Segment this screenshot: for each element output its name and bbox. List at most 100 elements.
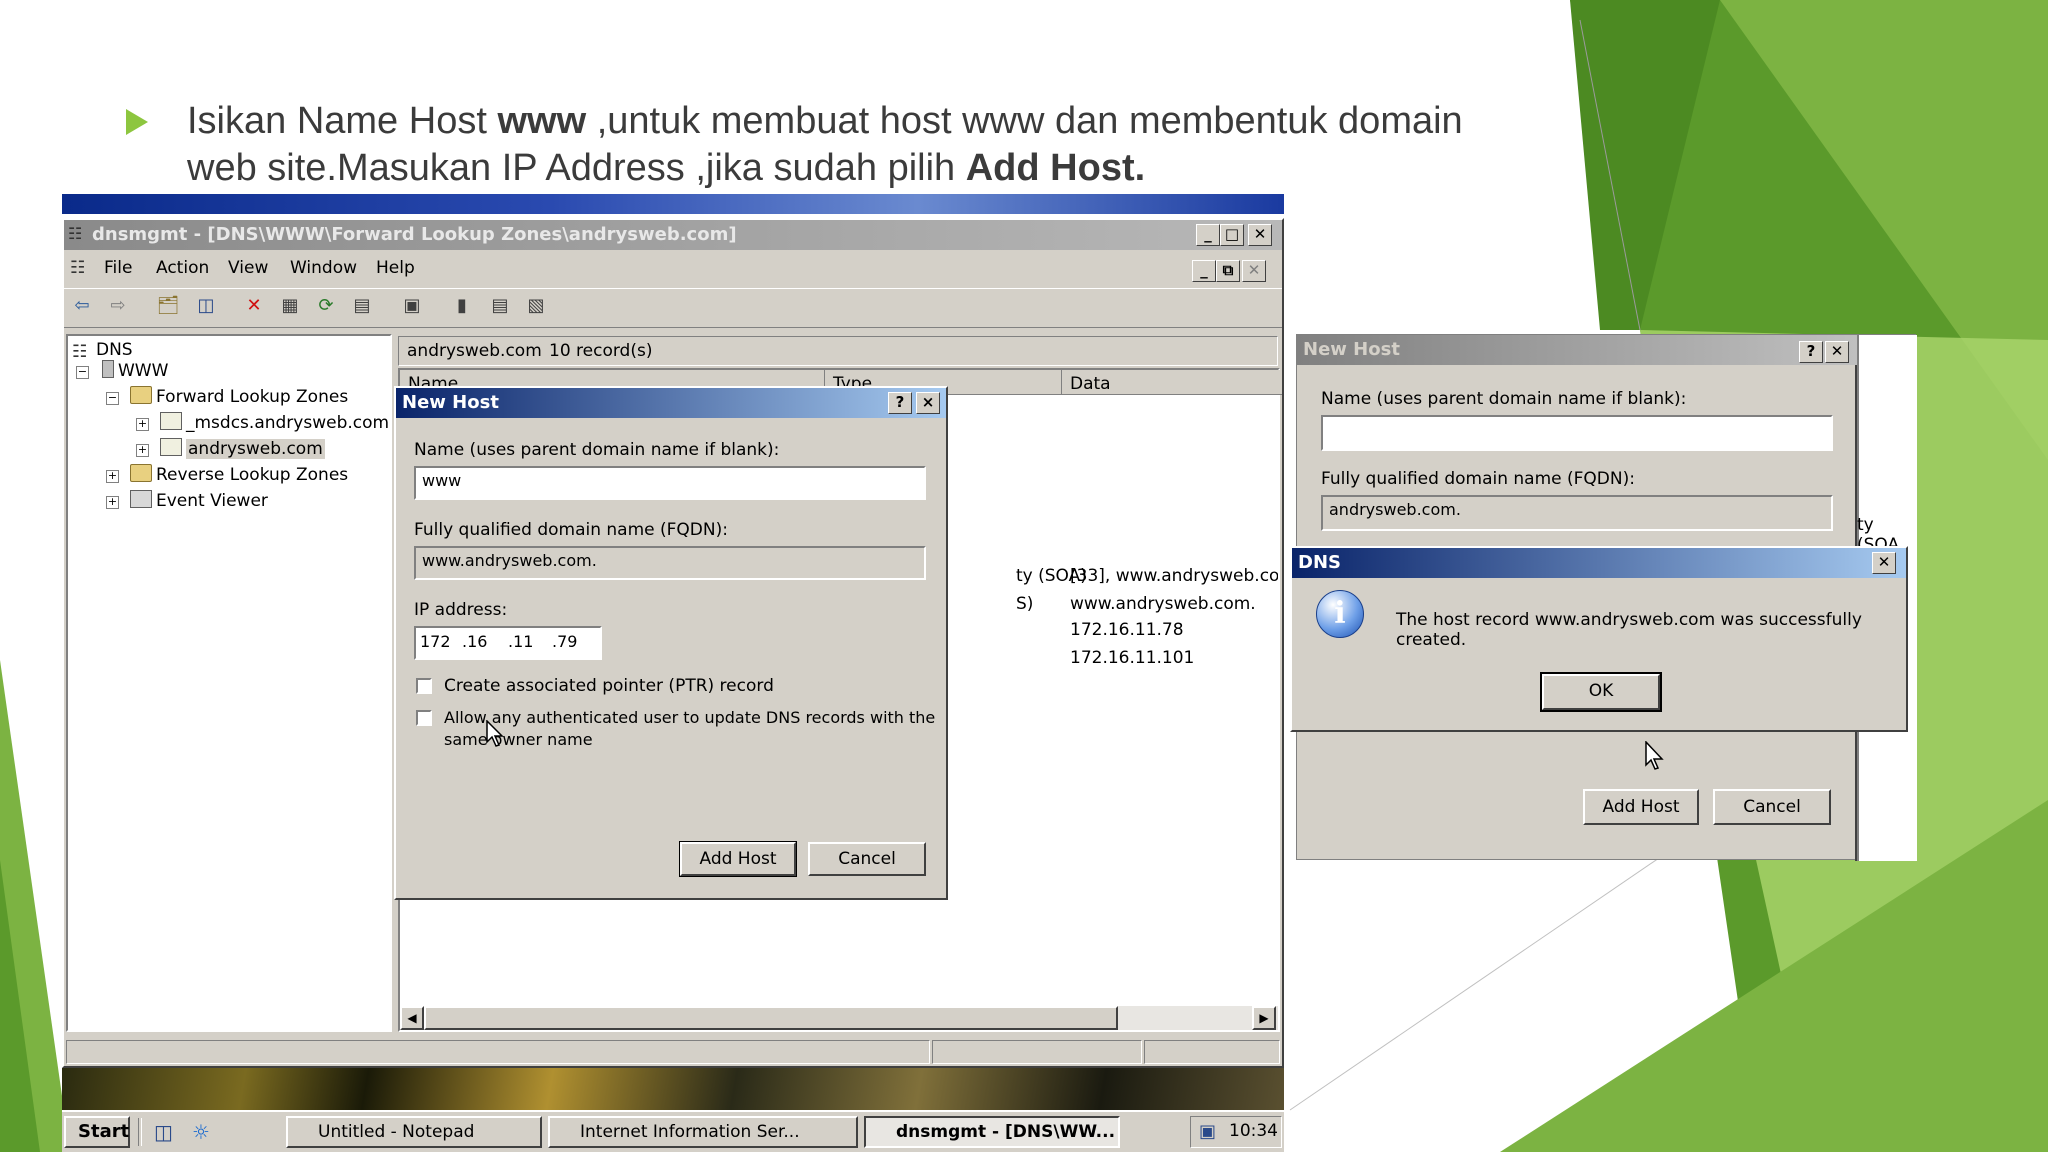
dialog-2-help-button[interactable]: ? (1799, 341, 1823, 363)
help-icon[interactable]: ▣ (400, 295, 424, 317)
scroll-thumb[interactable] (424, 1006, 1118, 1030)
fqdn-label-2: Fully qualified domain name (FQDN): (1321, 469, 1635, 489)
ip-octet-2[interactable]: .16 (462, 632, 487, 652)
bullet-text: Isikan Name Host www ,untuk membuat host… (126, 98, 1530, 192)
zone-icon[interactable]: ▤ (488, 295, 512, 317)
quicklaunch-ie-icon[interactable]: ☼ (192, 1120, 210, 1144)
new-host-title: New Host (402, 392, 499, 413)
tray-network-icon[interactable]: ▣ (1199, 1121, 1216, 1142)
ip-octet-3[interactable]: .11 (508, 632, 533, 652)
dns-close-button[interactable]: ✕ (1872, 552, 1896, 574)
tree-rlz-label: Reverse Lookup Zones (156, 465, 349, 485)
cancel-button[interactable]: Cancel (808, 842, 926, 876)
ok-button[interactable]: OK (1540, 672, 1662, 712)
console-icon: ☷ (70, 258, 86, 278)
name-input-2[interactable] (1321, 415, 1833, 451)
tree-msdcs-label: _msdcs.andrysweb.com (186, 413, 390, 433)
tree-event-viewer[interactable]: Event Viewer (130, 490, 268, 511)
tree-pane: ☷ DNS − WWW − Forward Lookup Zones + _msd… (66, 334, 392, 1032)
task-notepad-label: Untitled - Notepad (318, 1122, 475, 1142)
cancel-button-2[interactable]: Cancel (1713, 789, 1831, 825)
new-host-titlebar: New Host (396, 388, 946, 418)
properties-icon[interactable]: ▦ (278, 295, 302, 317)
tree-flz-expander[interactable]: − (106, 392, 119, 405)
task-notepad[interactable]: Untitled - Notepad (286, 1116, 542, 1148)
menu-window[interactable]: Window (290, 258, 357, 278)
export-list-icon[interactable]: ▤ (350, 295, 374, 317)
add-host-button[interactable]: Add Host (679, 841, 797, 877)
menu-view[interactable]: View (228, 258, 268, 278)
ip-octet-4[interactable]: .79 (552, 632, 577, 652)
dialog-close-button[interactable]: × (916, 392, 940, 414)
tree-www-label: WWW (118, 361, 169, 381)
tree-andrysweb-expander[interactable]: + (136, 444, 149, 457)
tree-flz-label: Forward Lookup Zones (156, 387, 349, 407)
tree-rlz-expander[interactable]: + (106, 470, 119, 483)
ip-address-input[interactable]: 172 .16 .11 .79 (414, 626, 602, 660)
new-host-2-title: New Host (1303, 339, 1400, 360)
tree-msdcs-expander[interactable]: + (136, 418, 149, 431)
row-data-3: 172.16.11.101 (1070, 648, 1195, 668)
ip-octet-1[interactable]: 172 (420, 632, 451, 652)
menu-bar: ☷ File Action View Window Help (64, 252, 1282, 286)
child-close-button[interactable]: ✕ (1242, 260, 1266, 282)
menu-file[interactable]: File (104, 258, 132, 278)
ptr-label[interactable]: Create associated pointer (PTR) record (444, 676, 774, 696)
task-dnsmgmt[interactable]: dnsmgmt - [DNS\WW... (864, 1116, 1120, 1148)
menu-action[interactable]: Action (156, 258, 209, 278)
tree-andrysweb-label: andrysweb.com (186, 439, 325, 459)
dialog-help-button[interactable]: ? (888, 392, 912, 414)
forward-icon[interactable]: ⇨ (106, 295, 130, 317)
tree-ev-label: Event Viewer (156, 491, 268, 511)
mmc-title: dnsmgmt - [DNS\WWW\Forward Lookup Zones\… (92, 224, 737, 245)
bullet-part-1: Isikan Name Host (187, 100, 498, 142)
child-restore-button[interactable]: ⧉ (1216, 260, 1240, 282)
show-hide-tree-icon[interactable]: ◫ (194, 295, 218, 317)
task-dnsmgmt-label: dnsmgmt - [DNS\WW... (896, 1122, 1116, 1142)
mouse-cursor-icon (486, 720, 504, 747)
tree-www[interactable]: WWW (102, 360, 168, 381)
back-icon[interactable]: ⇦ (70, 295, 94, 317)
add-host-button-2[interactable]: Add Host (1583, 789, 1699, 825)
allow-update-label-1[interactable]: Allow any authenticated user to update D… (444, 708, 935, 727)
dns-titlebar: DNS (1292, 548, 1906, 578)
close-button[interactable]: ✕ (1248, 224, 1272, 246)
delete-icon[interactable]: ✕ (242, 295, 266, 317)
quicklaunch-desktop-icon[interactable]: ◫ (154, 1120, 173, 1144)
scroll-left-button[interactable]: ◀ (400, 1006, 424, 1030)
clock: 10:34 (1229, 1121, 1278, 1141)
server-icon[interactable]: ▮ (450, 295, 474, 317)
new-host-2-titlebar: New Host (1297, 335, 1857, 365)
allow-update-checkbox[interactable] (416, 710, 432, 726)
ptr-checkbox[interactable] (416, 678, 432, 694)
tree-dns[interactable]: ☷ DNS (72, 340, 133, 362)
tree-msdcs-zone[interactable]: _msdcs.andrysweb.com (160, 412, 389, 433)
tree-ev-expander[interactable]: + (106, 496, 119, 509)
tree-forward-lookup-zones[interactable]: Forward Lookup Zones (130, 386, 348, 407)
zone-node-icon (160, 438, 182, 456)
maximize-button[interactable]: □ (1220, 224, 1244, 246)
allow-update-label-2[interactable]: same owner name (444, 730, 593, 749)
domain-icon[interactable]: ▧ (524, 295, 548, 317)
scroll-right-button[interactable]: ▶ (1252, 1006, 1276, 1030)
tree-andrysweb-zone[interactable]: andrysweb.com (160, 438, 325, 459)
mouse-cursor-icon-2 (1645, 741, 1664, 770)
tree-reverse-lookup-zones[interactable]: Reverse Lookup Zones (130, 464, 348, 485)
child-minimize-button[interactable]: _ (1192, 260, 1216, 282)
refresh-icon[interactable]: ⟳ (314, 295, 338, 317)
start-button[interactable]: Start (64, 1116, 130, 1148)
up-folder-icon[interactable]: 🗂 (156, 295, 180, 317)
task-iis[interactable]: Internet Information Ser... (548, 1116, 858, 1148)
menu-help[interactable]: Help (376, 258, 415, 278)
name-input[interactable]: www (414, 466, 926, 500)
info-icon: i (1316, 590, 1364, 638)
folder-icon (130, 386, 152, 404)
minimize-button[interactable]: _ (1196, 224, 1220, 246)
tree-www-expander[interactable]: − (76, 366, 89, 379)
dialog-2-close-button[interactable]: ✕ (1825, 341, 1849, 363)
bullet-arrow-icon (126, 109, 148, 135)
horizontal-scrollbar[interactable]: ◀ ▶ (400, 1006, 1278, 1030)
start-label: Start (78, 1121, 130, 1142)
column-header-data[interactable]: Data (1062, 370, 1282, 395)
status-pane-2 (932, 1040, 1142, 1064)
